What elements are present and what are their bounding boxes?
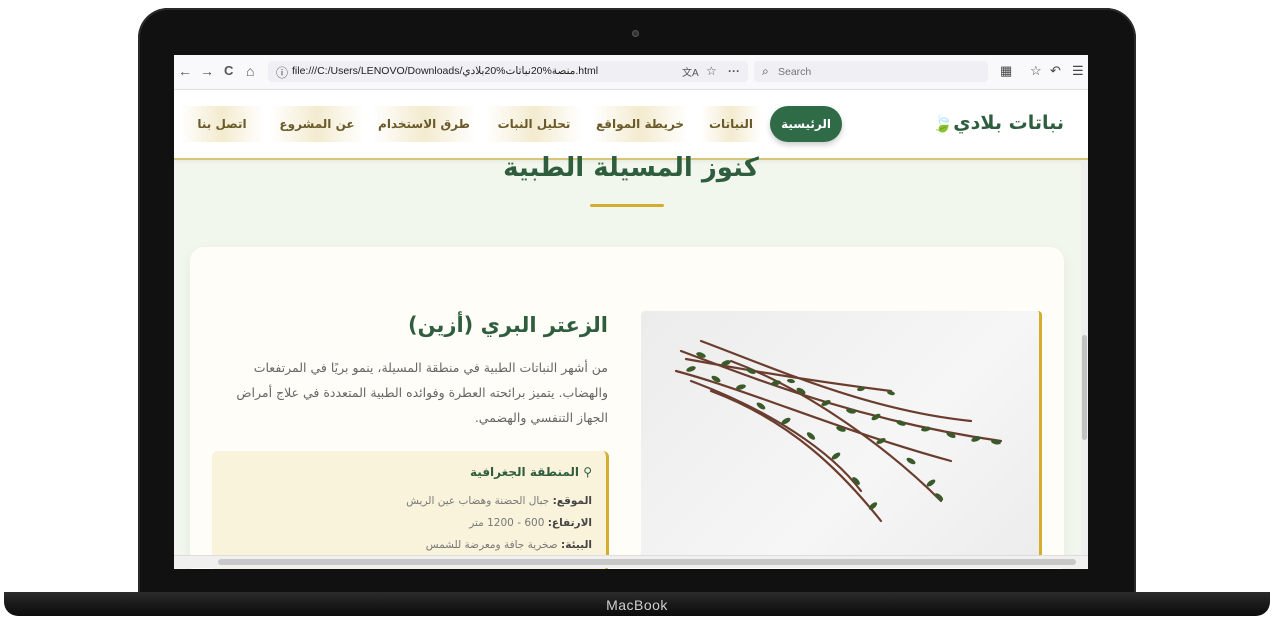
bookmark-icon[interactable]: ☆ xyxy=(706,64,717,78)
info-environment-label: البيئة: xyxy=(561,539,592,551)
site-navbar: نباتات بلادي🍃 الرئيسية النباتات خريطة ال… xyxy=(174,90,1088,160)
reading-list-icon[interactable]: ☆ xyxy=(1030,63,1042,79)
forward-icon[interactable]: → xyxy=(200,63,214,79)
info-altitude-value: 600 - 1200 متر xyxy=(469,517,545,529)
nav-item-plant-analysis[interactable]: تحليل النبات xyxy=(486,106,582,142)
search-icon: ⌕ xyxy=(762,64,769,78)
section-title: كنوز المسيلة الطبية xyxy=(503,153,759,183)
info-environment-value: صخرية جافة ومعرضة للشمس xyxy=(425,539,558,551)
thyme-illustration xyxy=(674,339,1003,523)
nav-item-contact[interactable]: اتصل بنا xyxy=(180,106,264,142)
leaf-icon: 🍃 xyxy=(932,114,954,134)
map-pin-icon: ⚲ xyxy=(583,465,592,479)
plant-description: من أشهر النباتات الطبية في منطقة المسيلة… xyxy=(236,360,608,425)
page-info-icon[interactable]: ⓘ xyxy=(276,64,288,81)
info-location-value: جبال الحضنة وهضاب عين الريش xyxy=(406,495,550,507)
search-box[interactable]: ⌕ xyxy=(754,61,988,82)
browser-toolbar: ← → C ⌂ ⓘ file:///C:/Users/LENOVO/Downlo… xyxy=(174,55,1088,90)
search-input[interactable] xyxy=(776,63,980,81)
vertical-scroll-thumb[interactable] xyxy=(1082,335,1087,440)
site-logo[interactable]: نباتات بلادي🍃 xyxy=(932,112,1064,134)
info-environment: البيئة: صخرية جافة ومعرضة للشمس xyxy=(426,539,592,551)
geo-info-box: ⚲ المنطقة الجغرافية الموقع: جبال الحضنة … xyxy=(212,451,609,569)
reload-icon[interactable]: C xyxy=(224,63,233,79)
camera-icon xyxy=(632,30,639,37)
nav-item-plants[interactable]: النباتات xyxy=(700,106,762,142)
info-location-label: الموقع: xyxy=(552,495,592,507)
horizontal-scrollbar[interactable] xyxy=(174,555,1088,568)
url-text[interactable]: file:///C:/Users/LENOVO/Downloads/منصة%2… xyxy=(292,65,598,77)
device-brand: MacBook xyxy=(606,597,668,613)
more-icon[interactable]: ··· xyxy=(728,64,740,78)
nav-item-locations-map[interactable]: خريطة المواقع xyxy=(592,106,688,142)
back-icon[interactable]: ← xyxy=(178,63,192,79)
plant-name: الزعتر البري (أزين) xyxy=(408,313,608,337)
info-location: الموقع: جبال الحضنة وهضاب عين الريش xyxy=(406,495,592,507)
geo-heading-text: المنطقة الجغرافية xyxy=(470,465,580,479)
horizontal-scroll-thumb[interactable] xyxy=(218,559,1076,565)
title-underline xyxy=(590,204,664,207)
history-icon[interactable]: ↶ xyxy=(1050,63,1061,79)
plant-image xyxy=(641,311,1042,561)
info-altitude-label: الارتفاع: xyxy=(547,517,592,529)
geo-info-heading: ⚲ المنطقة الجغرافية xyxy=(470,465,592,479)
url-bar[interactable]: ⓘ file:///C:/Users/LENOVO/Downloads/منصة… xyxy=(268,61,748,82)
nav-item-about-project[interactable]: عن المشروع xyxy=(270,106,364,142)
browser-screen: ← → C ⌂ ⓘ file:///C:/Users/LENOVO/Downlo… xyxy=(174,55,1088,569)
home-icon[interactable]: ⌂ xyxy=(246,63,254,79)
logo-text: نباتات بلادي xyxy=(953,112,1064,134)
menu-icon[interactable]: ☰ xyxy=(1072,63,1084,79)
info-altitude: الارتفاع: 600 - 1200 متر xyxy=(469,517,592,529)
nav-item-usage-methods[interactable]: طرق الاستخدام xyxy=(372,106,476,142)
vertical-scrollbar[interactable] xyxy=(1081,160,1088,555)
nav-item-home[interactable]: الرئيسية xyxy=(770,106,842,142)
extensions-icon[interactable]: ▦ xyxy=(1000,63,1012,79)
translate-icon[interactable]: 文A xyxy=(682,64,699,79)
